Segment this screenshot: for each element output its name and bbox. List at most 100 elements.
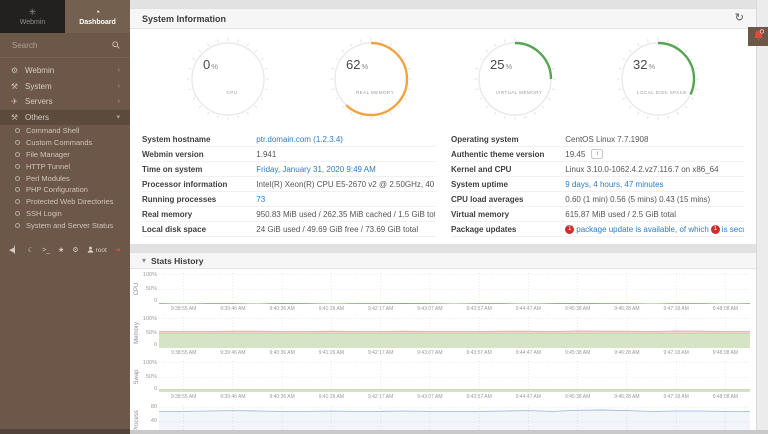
stats-history-title: Stats History [151,256,203,266]
night-mode-button[interactable]: ☾ [25,245,37,257]
x-tick-label: 9:41:26 AM [307,350,356,356]
x-tick-label: 9:47:18 AM [652,350,701,356]
send-icon: ✈ [10,97,19,106]
sidebar-item-others[interactable]: ⚒Others▾ [0,110,130,126]
tools-icon: ⚒ [10,82,19,91]
info-label: Package updates [451,225,565,234]
info-value-link[interactable]: 9 days, 4 hours, 47 minutes [565,180,663,189]
y-tick-label: 0 [154,299,157,304]
logout-button[interactable]: ➔ [112,245,124,257]
info-value-link[interactable]: 73 [256,195,265,204]
sidebar-subitem-http-tunnel[interactable]: HTTP Tunnel [0,160,130,172]
collapse-sidebar-button[interactable]: ◀▏ [6,245,23,257]
webmin-dashboard: ✳ Webmin ◔ Dashboard ⚙Webmin‹⚒System‹✈Se… [0,0,768,434]
info-row-time-on-system: Time on systemFriday, January 31, 2020 9… [142,162,435,177]
sidebar-item-label: Servers [25,97,53,106]
info-label: Real memory [142,210,256,219]
x-tick-label: 9:48:08 AM [701,350,750,356]
info-value-link[interactable]: Friday, January 31, 2020 9:49 AM [256,165,375,174]
sidebar-tabs: ✳ Webmin ◔ Dashboard [0,0,130,33]
sidebar-item-label: System [25,82,52,91]
bullet-icon [15,164,20,169]
sidebar-item-label: Others [25,113,49,122]
info-label: Processor information [142,180,256,189]
refresh-icon[interactable]: ↻ [735,13,744,24]
webmin-logo-icon: ✳ [29,8,37,17]
main-scrollbar[interactable] [756,0,768,434]
sidebar-subitem-label: Command Shell [26,126,79,135]
info-row-real-memory: Real memory950.83 MiB used / 262.35 MiB … [142,207,435,222]
x-tick-label: 9:43:57 AM [455,350,504,356]
user-button[interactable]: root [84,244,110,258]
favorites-button[interactable]: ★ [55,245,67,257]
bell-icon [753,28,764,46]
info-row-virtual-memory: Virtual memory615.87 MiB used / 2.5 GiB … [451,207,744,222]
x-tick-label: 9:46:28 AM [602,350,651,356]
info-row-processor-information: Processor informationIntel(R) Xeon(R) CP… [142,177,435,192]
theme-config-button[interactable]: ⚙ [69,245,81,257]
gauge-virtual-memory: 25%VIRTUAL MEMORY [471,35,559,128]
collapse-icon: ◀▏ [9,247,20,255]
sidebar-subitem-protected-web-directories[interactable]: Protected Web Directories [0,196,130,208]
chart-axis-title: CPU [132,273,142,304]
bullet-icon [15,199,20,204]
star-icon: ★ [58,247,64,255]
sidebar-subitem-file-manager[interactable]: File Manager [0,149,130,161]
stats-history-panel: ▾ Stats History CPU100%50%09:38:55 AM9:3… [130,252,757,434]
sidebar-item-servers[interactable]: ✈Servers‹ [0,94,130,110]
terminal-button[interactable]: >_ [39,245,53,257]
stats-history-header[interactable]: ▾ Stats History [130,253,756,269]
x-tick-label: 9:44:47 AM [504,306,553,312]
x-tick-label: 9:41:26 AM [307,394,356,400]
info-value-link[interactable]: ptr.domain.com (1.2.3.4) [256,135,343,144]
sidebar-subitem-ssh-login[interactable]: SSH Login [0,208,130,220]
sidebar-subitem-command-shell[interactable]: Command Shell [0,125,130,137]
info-label: Local disk space [142,225,256,234]
x-tick-label: 9:38:55 AM [159,306,208,312]
chart-plot-area [159,361,750,392]
info-value-link[interactable]: is security update [722,225,744,234]
x-tick-label: 9:45:38 AM [553,350,602,356]
notifications-bell-button[interactable] [748,27,768,46]
sidebar-subitem-custom-commands[interactable]: Custom Commands [0,137,130,149]
sidebar-subitem-system-and-server-status[interactable]: System and Server Status [0,219,130,231]
y-tick-label: 50% [146,287,157,292]
sidebar-item-label: Webmin [25,66,54,75]
x-tick-label: 9:46:28 AM [602,306,651,312]
system-info-right-column: Operating systemCentOS Linux 7.7.1908Aut… [451,132,744,237]
chart-cpu: CPU100%50%09:38:55 AM9:39:46 AM9:40:36 A… [132,273,750,314]
sidebar-item-webmin[interactable]: ⚙Webmin‹ [0,63,130,79]
search-input[interactable] [10,40,106,51]
x-tick-label: 9:44:47 AM [504,394,553,400]
info-label: Operating system [451,135,565,144]
chart-x-axis: 9:38:55 AM9:39:46 AM9:40:36 AM9:41:26 AM… [159,392,750,402]
x-tick-label: 9:42:17 AM [356,350,405,356]
y-tick-label: 80 [151,405,157,410]
tab-webmin-label: Webmin [20,19,46,26]
info-row-operating-system: Operating systemCentOS Linux 7.7.1908 [451,132,744,147]
info-value: 19.45 [565,150,585,159]
x-tick-label: 9:43:57 AM [455,306,504,312]
x-tick-label: 9:48:08 AM [701,394,750,400]
search-icon[interactable] [112,36,120,54]
gauges-row: 0%CPU62%REAL MEMORY25%VIRTUAL MEMORY32%L… [130,29,756,130]
sidebar-item-system[interactable]: ⚒System‹ [0,79,130,95]
system-info-grid: System hostnameptr.domain.com (1.2.3.4)W… [130,130,756,244]
speedometer-icon: ◔ [95,8,100,17]
info-value-link[interactable]: package update is available, of which [576,225,709,234]
sidebar-subitem-perl-modules[interactable]: Perl Modules [0,172,130,184]
info-label: Running processes [142,195,256,204]
tab-webmin[interactable]: ✳ Webmin [0,0,65,33]
gauge-local-disk-space: 32%LOCAL DISK SPACE [614,35,702,128]
sidebar-subitem-php-configuration[interactable]: PHP Configuration [0,184,130,196]
chart-y-axis: 100%50%0 [142,317,159,348]
info-value: 950.83 MiB used / 262.35 MiB cached / 1.… [256,210,435,219]
main-content: System Information ↻ 0%CPU62%REAL MEMORY… [130,0,768,434]
sidebar-subitem-label: HTTP Tunnel [26,162,70,171]
tab-dashboard-label: Dashboard [79,19,116,26]
theme-info-button[interactable]: i [591,149,603,159]
tab-dashboard[interactable]: ◔ Dashboard [65,0,130,33]
x-tick-label: 9:39:46 AM [208,394,257,400]
svg-text:LOCAL DISK SPACE: LOCAL DISK SPACE [637,90,687,95]
chevron-icon: ‹ [118,67,120,74]
